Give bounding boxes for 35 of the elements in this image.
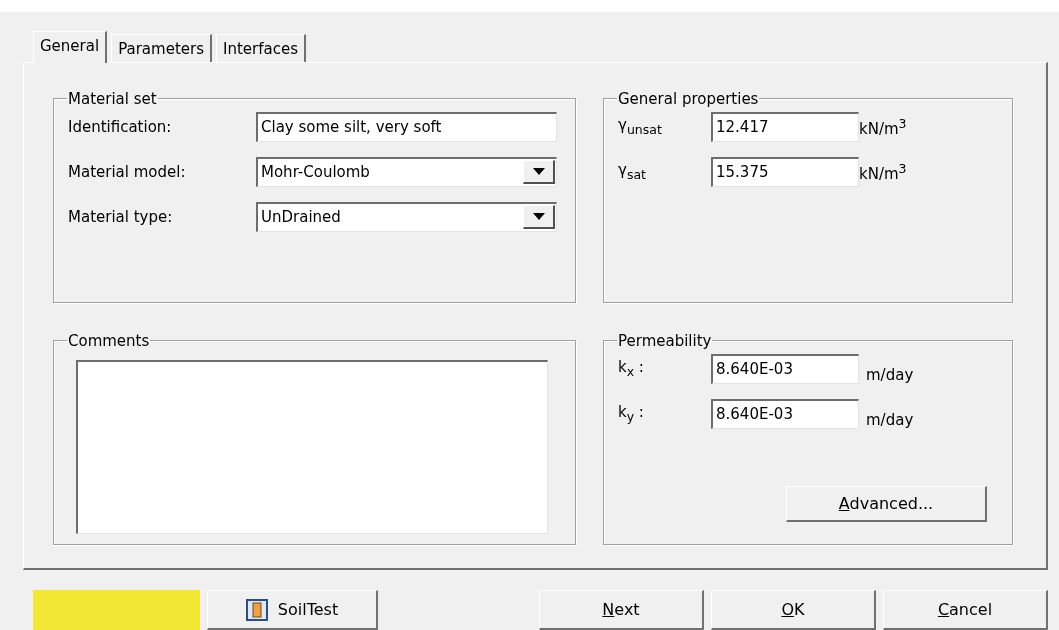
- field-label: Identification:: [68, 117, 173, 136]
- input-field[interactable]: 8.640E-03: [711, 353, 859, 384]
- tab[interactable]: General: [33, 30, 108, 63]
- field-label: Material type:: [68, 207, 174, 226]
- advanced-button[interactable]: Advanced...: [786, 485, 987, 522]
- group-title: Comments: [67, 331, 151, 350]
- input-field[interactable]: 12.417: [711, 111, 859, 142]
- parameter-label: k$_{x}$ :: [618, 358, 645, 380]
- tab[interactable]: Parameters: [111, 33, 212, 62]
- dialog-button[interactable]: Next: [539, 590, 704, 630]
- parameter-label: γ$_{sat}$: [618, 161, 647, 183]
- unit-label: kN/m$^{3}$: [859, 115, 907, 138]
- parameter-label: k$_{y}$ :: [618, 403, 645, 425]
- caret-icon: [532, 168, 545, 176]
- dialog-button[interactable]: OK: [711, 590, 876, 630]
- unit-label: m/day: [865, 365, 914, 384]
- unit-label: kN/m$^{3}$: [859, 160, 907, 183]
- soiltest-button[interactable]: SoilTest: [207, 590, 378, 630]
- group-title: Permeability: [617, 331, 713, 350]
- input-field[interactable]: 15.375: [711, 156, 859, 187]
- cylinder-icon: [245, 598, 268, 621]
- input-field[interactable]: 8.640E-03: [711, 398, 859, 429]
- color-swatch[interactable]: [33, 590, 200, 630]
- tab[interactable]: Interfaces: [216, 33, 306, 62]
- field-label: Material model:: [68, 162, 187, 181]
- comments-field[interactable]: [76, 359, 548, 534]
- dialog-button[interactable]: Cancel: [883, 590, 1048, 630]
- dropdown[interactable]: Mohr-Coulomb: [256, 156, 557, 187]
- caret-icon: [532, 213, 545, 221]
- group-title: Material set: [67, 89, 158, 108]
- group-title: General properties: [617, 89, 760, 108]
- unit-label: m/day: [865, 410, 914, 429]
- input-field[interactable]: Clay some silt, very soft: [256, 111, 557, 142]
- parameter-label: γ$_{unsat}$: [618, 116, 663, 138]
- dropdown[interactable]: UnDrained: [256, 201, 557, 232]
